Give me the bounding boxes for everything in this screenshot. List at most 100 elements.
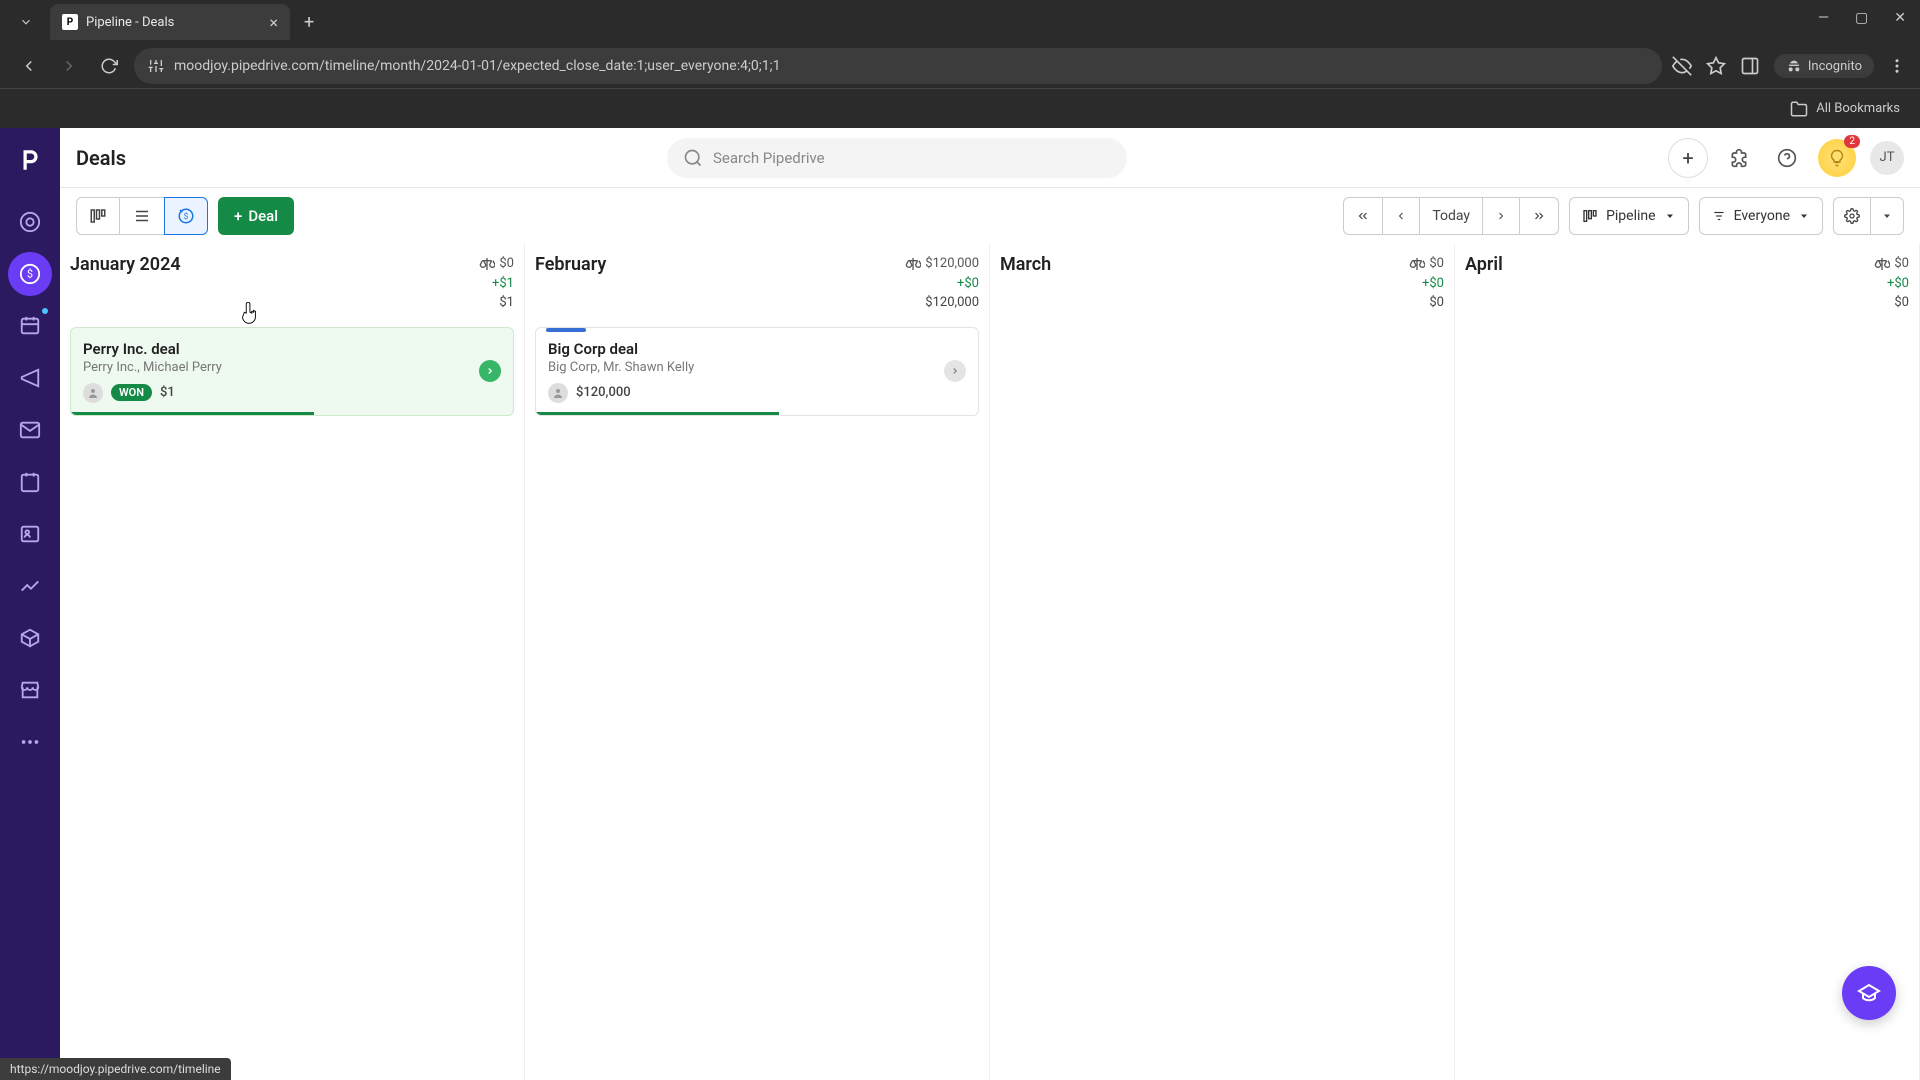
deal-card[interactable]: Big Corp dealBig Corp, Mr. Shawn Kelly $… xyxy=(535,327,979,416)
side-panel-icon[interactable] xyxy=(1740,56,1760,76)
month-stats: $0 +$1 $1 xyxy=(479,254,514,313)
month-stats: $0 +$0 $0 xyxy=(1874,254,1909,313)
sidebar-item-deals[interactable]: $ xyxy=(8,252,52,296)
sidebar-item-projects[interactable] xyxy=(8,304,52,348)
view-list-button[interactable] xyxy=(120,197,164,235)
window-close-icon[interactable]: ✕ xyxy=(1894,10,1906,26)
toolbar: $ + Deal Today xyxy=(60,188,1920,244)
deal-button-label: Deal xyxy=(248,207,278,225)
month-column: March $0 +$0 $0 xyxy=(990,244,1455,1080)
nav-reload-button[interactable] xyxy=(94,51,124,81)
user-avatar[interactable]: JT xyxy=(1870,141,1904,175)
pipeline-label: Pipeline xyxy=(1606,208,1656,224)
help-icon[interactable] xyxy=(1770,141,1804,175)
nav-forward-button[interactable] xyxy=(54,51,84,81)
month-delta: +$0 xyxy=(905,274,979,294)
scale-icon xyxy=(1409,256,1425,272)
svg-text:$: $ xyxy=(184,211,189,222)
settings-group xyxy=(1833,197,1904,235)
nav-prev-button[interactable] xyxy=(1383,197,1420,235)
deal-progress-bar xyxy=(536,412,779,415)
main-content: Deals Search Pipedrive + 2 JT xyxy=(60,128,1920,1080)
window-maximize-icon[interactable]: ▢ xyxy=(1855,10,1868,26)
quick-add-button[interactable]: + xyxy=(1668,138,1708,178)
owner-filter-dropdown[interactable]: Everyone xyxy=(1699,197,1823,235)
nav-first-button[interactable] xyxy=(1343,197,1383,235)
nav-today-button[interactable]: Today xyxy=(1420,197,1483,235)
month-total: $120,000 xyxy=(905,293,979,313)
url-field[interactable]: moodjoy.pipedrive.com/timeline/month/202… xyxy=(134,48,1662,84)
deal-card[interactable]: Perry Inc. dealPerry Inc., Michael Perry… xyxy=(70,327,514,416)
month-total: $1 xyxy=(479,293,514,313)
new-tab-button[interactable]: + xyxy=(304,12,314,33)
topbar: Deals Search Pipedrive + 2 JT xyxy=(60,128,1920,188)
pipeline-icon xyxy=(1582,208,1598,224)
deal-arrow-icon[interactable] xyxy=(479,360,501,382)
deal-value: $120,000 xyxy=(576,385,631,400)
add-deal-button[interactable]: + Deal xyxy=(218,197,294,235)
eye-off-icon[interactable] xyxy=(1672,56,1692,76)
view-pipeline-button[interactable] xyxy=(76,197,120,235)
timeline-grid: January 2024 $0 +$1 $1 Perry Inc. dealPe… xyxy=(60,244,1920,1080)
sidebar-item-contacts[interactable] xyxy=(8,512,52,556)
settings-button[interactable] xyxy=(1833,197,1871,235)
window-minimize-icon[interactable]: — xyxy=(1818,10,1829,26)
tab-title: Pipeline - Deals xyxy=(86,15,261,30)
browser-menu-icon[interactable] xyxy=(1888,57,1906,75)
help-fab[interactable] xyxy=(1842,966,1896,1020)
month-delta: +$0 xyxy=(1409,274,1444,294)
nav-next-button[interactable] xyxy=(1483,197,1520,235)
sidebar-item-marketplace[interactable] xyxy=(8,668,52,712)
date-nav-group: Today xyxy=(1343,197,1559,235)
browser-tab[interactable]: P Pipeline - Deals × xyxy=(50,4,290,40)
scale-icon xyxy=(1874,256,1890,272)
nav-back-button[interactable] xyxy=(14,51,44,81)
deal-owner-avatar xyxy=(548,383,568,403)
tab-close-icon[interactable]: × xyxy=(269,13,278,32)
sales-assistant-icon[interactable]: 2 xyxy=(1818,139,1856,177)
month-weighted: $0 xyxy=(499,254,514,274)
month-stats: $0 +$0 $0 xyxy=(1409,254,1444,313)
view-switcher: $ xyxy=(76,197,208,235)
bookmarks-folder-icon[interactable] xyxy=(1790,100,1808,118)
notification-badge: 2 xyxy=(1844,135,1860,148)
sidebar-item-activities[interactable] xyxy=(8,460,52,504)
site-settings-icon[interactable] xyxy=(148,58,164,74)
month-delta: +$1 xyxy=(479,274,514,294)
month-weighted: $0 xyxy=(1894,254,1909,274)
month-total: $0 xyxy=(1409,293,1444,313)
bookmark-star-icon[interactable] xyxy=(1706,56,1726,76)
settings-dropdown-button[interactable] xyxy=(1871,197,1904,235)
month-stats: $120,000 +$0 $120,000 xyxy=(905,254,979,313)
app-root: $ Deals xyxy=(0,128,1920,1080)
nav-last-button[interactable] xyxy=(1520,197,1559,235)
incognito-badge[interactable]: Incognito xyxy=(1774,54,1874,78)
sidebar-item-insights[interactable] xyxy=(8,564,52,608)
scale-icon xyxy=(905,256,921,272)
window-controls: — ▢ ✕ xyxy=(1818,10,1906,26)
chevron-down-icon xyxy=(1798,210,1810,222)
month-name: January 2024 xyxy=(70,254,181,275)
month-weighted: $0 xyxy=(1429,254,1444,274)
all-bookmarks-link[interactable]: All Bookmarks xyxy=(1816,101,1900,116)
address-bar: moodjoy.pipedrive.com/timeline/month/202… xyxy=(0,44,1920,88)
search-icon xyxy=(683,148,703,168)
view-forecast-button[interactable]: $ xyxy=(164,197,208,235)
search-input[interactable]: Search Pipedrive xyxy=(667,138,1127,178)
tab-search-dropdown[interactable] xyxy=(10,6,42,38)
sidebar-item-leads[interactable] xyxy=(8,200,52,244)
owner-filter-label: Everyone xyxy=(1734,208,1790,224)
pipedrive-logo[interactable] xyxy=(12,142,48,178)
pipeline-dropdown[interactable]: Pipeline xyxy=(1569,197,1689,235)
month-total: $0 xyxy=(1874,293,1909,313)
deal-progress-bar xyxy=(71,412,314,415)
deal-arrow-icon[interactable] xyxy=(944,360,966,382)
sidebar-item-mail[interactable] xyxy=(8,408,52,452)
chevron-down-icon xyxy=(1664,210,1676,222)
sidebar-item-more[interactable] xyxy=(8,720,52,764)
sidebar-item-products[interactable] xyxy=(8,616,52,660)
extensions-icon[interactable] xyxy=(1722,141,1756,175)
deal-subtitle: Perry Inc., Michael Perry xyxy=(83,360,501,375)
deal-title: Big Corp deal xyxy=(548,340,966,358)
sidebar-item-campaigns[interactable] xyxy=(8,356,52,400)
